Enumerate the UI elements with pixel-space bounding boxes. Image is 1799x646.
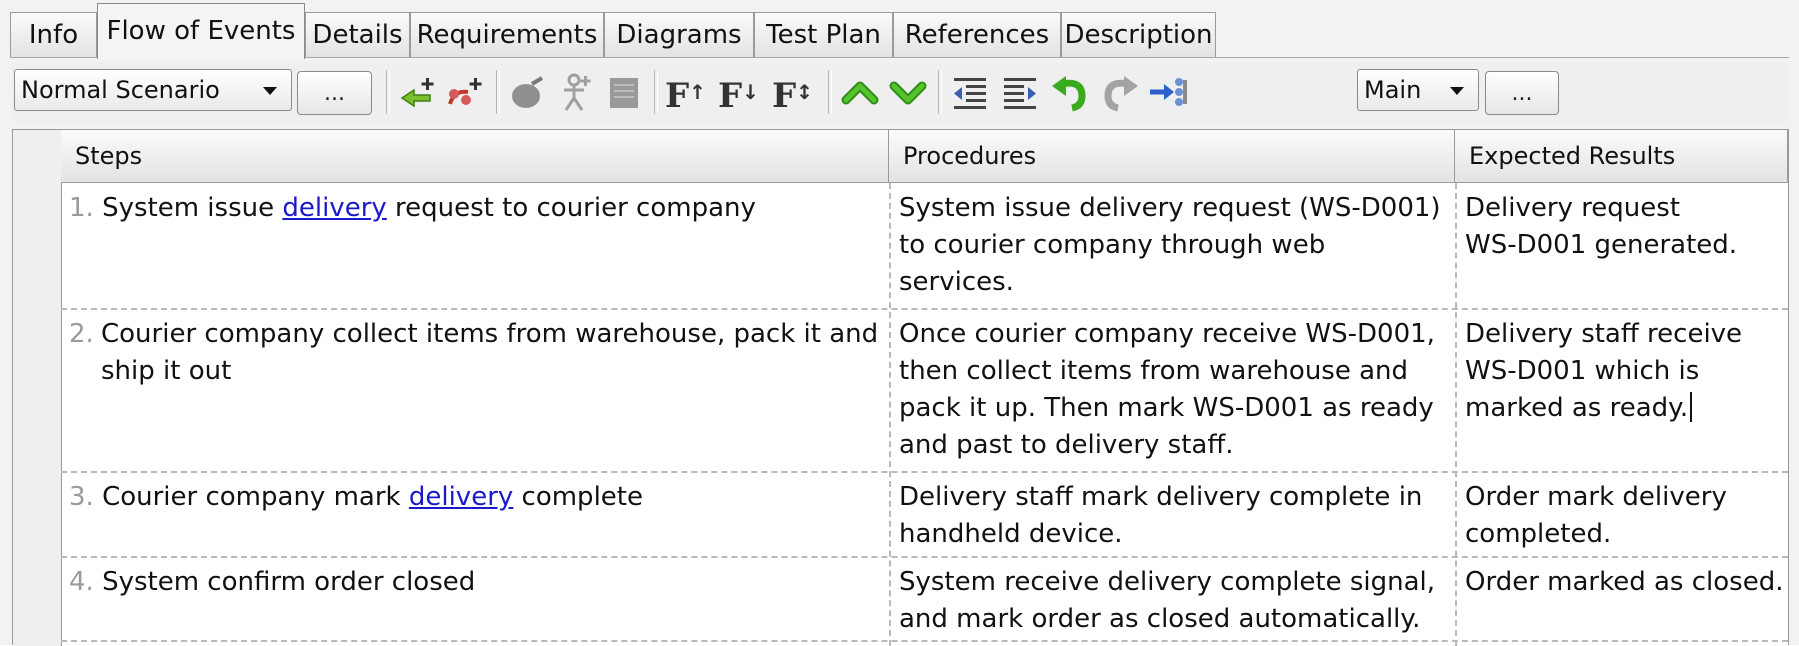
tab-info[interactable]: Info	[10, 12, 97, 57]
table-row-2-procedure[interactable]: Once courier company receive WS-D001, th…	[899, 316, 1451, 464]
table-row-1-step[interactable]: 1. System issue delivery request to cour…	[69, 190, 879, 227]
step-link[interactable]: delivery	[282, 193, 386, 223]
undo-icon[interactable]	[1048, 70, 1092, 114]
column-header-procedures[interactable]: Procedures	[889, 130, 1455, 183]
row-divider	[61, 556, 1788, 558]
row-divider	[61, 640, 1788, 642]
table-row-1-expected[interactable]: Delivery request WS-D001 generated.	[1465, 190, 1787, 264]
step-number: 3.	[69, 482, 94, 512]
row-divider	[61, 308, 1788, 310]
add-note-icon[interactable]	[602, 70, 646, 114]
tab-test-plan[interactable]: Test Plan	[754, 12, 893, 57]
flow-of-events-panel: Info Flow of Events Details Requirements…	[0, 0, 1799, 646]
outdent-icon[interactable]	[948, 70, 992, 114]
scenario-more-button[interactable]: ...	[297, 71, 372, 115]
table-row-3-procedure[interactable]: Delivery staff mark delivery complete in…	[899, 479, 1451, 553]
expected-text: Delivery staff receive WS-D001 which is …	[1465, 319, 1743, 423]
step-number: 4.	[69, 567, 94, 597]
toolbar-separator	[654, 70, 658, 114]
row-divider	[61, 471, 1788, 473]
step-text: Courier company mark	[102, 482, 409, 512]
chevron-down-icon	[1450, 87, 1464, 95]
step-text: request to courier company	[386, 193, 756, 223]
toolbar: Normal Scenario ... F↑ F↓ F↕ Main ...	[12, 62, 1787, 122]
insert-step-icon[interactable]	[396, 70, 440, 114]
column-header-steps[interactable]: Steps	[61, 130, 889, 183]
redo-icon[interactable]	[1098, 70, 1142, 114]
step-text: System confirm order closed	[102, 567, 476, 597]
toolbar-separator	[938, 70, 942, 114]
table-row-2-step[interactable]: 2. Courier company collect items from war…	[69, 316, 879, 390]
tab-bar: Info Flow of Events Details Requirements…	[0, 0, 1799, 59]
flow-table: Steps Procedures Expected Results 1. Sys…	[12, 129, 1789, 646]
toolbar-separator	[386, 70, 390, 114]
flow-more-button[interactable]: ...	[1485, 71, 1559, 115]
extend-icon[interactable]	[1146, 70, 1190, 114]
flow-select-value: Main	[1364, 76, 1422, 104]
table-row-4-procedure[interactable]: System receive delivery complete signal,…	[899, 564, 1451, 638]
indent-icon[interactable]	[998, 70, 1042, 114]
tab-flow-of-events[interactable]: Flow of Events	[97, 3, 305, 59]
scenario-select[interactable]: Normal Scenario	[14, 69, 292, 111]
tab-details[interactable]: Details	[305, 12, 410, 57]
step-text: complete	[513, 482, 643, 512]
font-decrease-icon[interactable]: F↓	[718, 70, 759, 116]
tab-requirements[interactable]: Requirements	[410, 12, 604, 57]
column-header-expected-results[interactable]: Expected Results	[1455, 130, 1788, 183]
move-down-icon[interactable]	[886, 70, 930, 114]
step-text: Courier company collect items from wareh…	[101, 319, 879, 386]
tab-references[interactable]: References	[893, 12, 1061, 57]
step-number: 1.	[69, 193, 94, 223]
toolbar-separator	[828, 70, 832, 114]
flow-select[interactable]: Main	[1357, 69, 1479, 111]
table-row-4-step[interactable]: 4. System confirm order closed	[69, 564, 879, 601]
text-caret	[1690, 392, 1693, 422]
table-row-3-step[interactable]: 3. Courier company mark delivery complet…	[69, 479, 879, 516]
table-row-2-expected[interactable]: Delivery staff receive WS-D001 which is …	[1465, 316, 1787, 427]
table-row-4-expected[interactable]: Order marked as closed.	[1465, 564, 1787, 601]
add-include-icon[interactable]	[506, 70, 550, 114]
tab-diagrams[interactable]: Diagrams	[604, 12, 754, 57]
scenario-select-value: Normal Scenario	[21, 76, 220, 104]
table-row-3-expected[interactable]: Order mark delivery completed.	[1465, 479, 1787, 553]
column-divider	[1455, 183, 1457, 646]
column-divider	[889, 183, 891, 646]
chevron-down-icon	[263, 87, 277, 95]
step-link[interactable]: delivery	[409, 482, 513, 512]
toolbar-separator	[496, 70, 500, 114]
insert-sub-step-icon[interactable]	[444, 70, 488, 114]
step-text: System issue	[102, 193, 283, 223]
step-number: 2.	[69, 319, 94, 349]
row-gutter	[13, 130, 62, 646]
add-actor-step-icon[interactable]	[554, 70, 598, 114]
move-up-icon[interactable]	[838, 70, 882, 114]
tab-description[interactable]: Description	[1061, 12, 1216, 57]
font-increase-icon[interactable]: F↑	[665, 70, 706, 116]
table-row-1-procedure[interactable]: System issue delivery request (WS-D001) …	[899, 190, 1451, 301]
font-reset-icon[interactable]: F↕	[772, 70, 813, 116]
